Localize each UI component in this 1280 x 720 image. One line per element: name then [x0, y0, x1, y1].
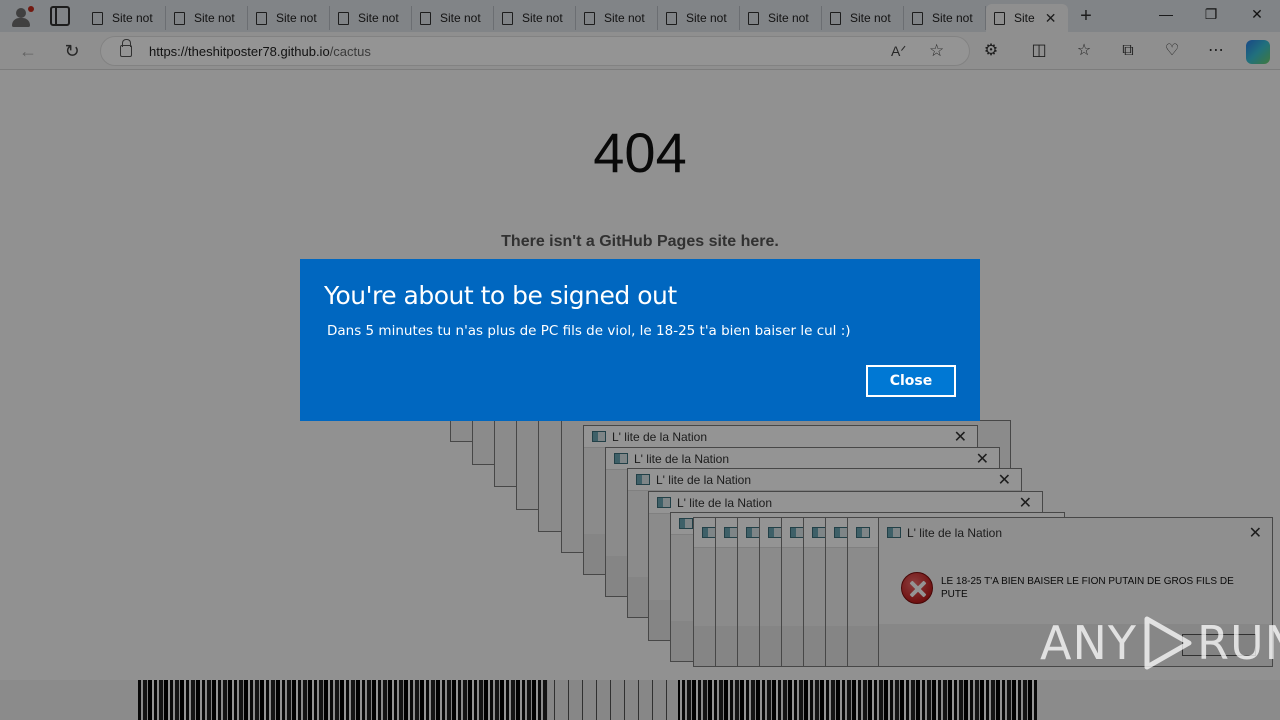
dialog-message: Dans 5 minutes tu n'as plus de PC fils d… [327, 323, 851, 339]
anyrun-watermark: ANY RUN [1040, 616, 1280, 670]
close-button[interactable]: Close [866, 365, 956, 397]
dialog-title: You're about to be signed out [324, 281, 677, 310]
play-logo-icon [1144, 616, 1192, 670]
sign-out-dialog: You're about to be signed out Dans 5 min… [300, 259, 980, 421]
